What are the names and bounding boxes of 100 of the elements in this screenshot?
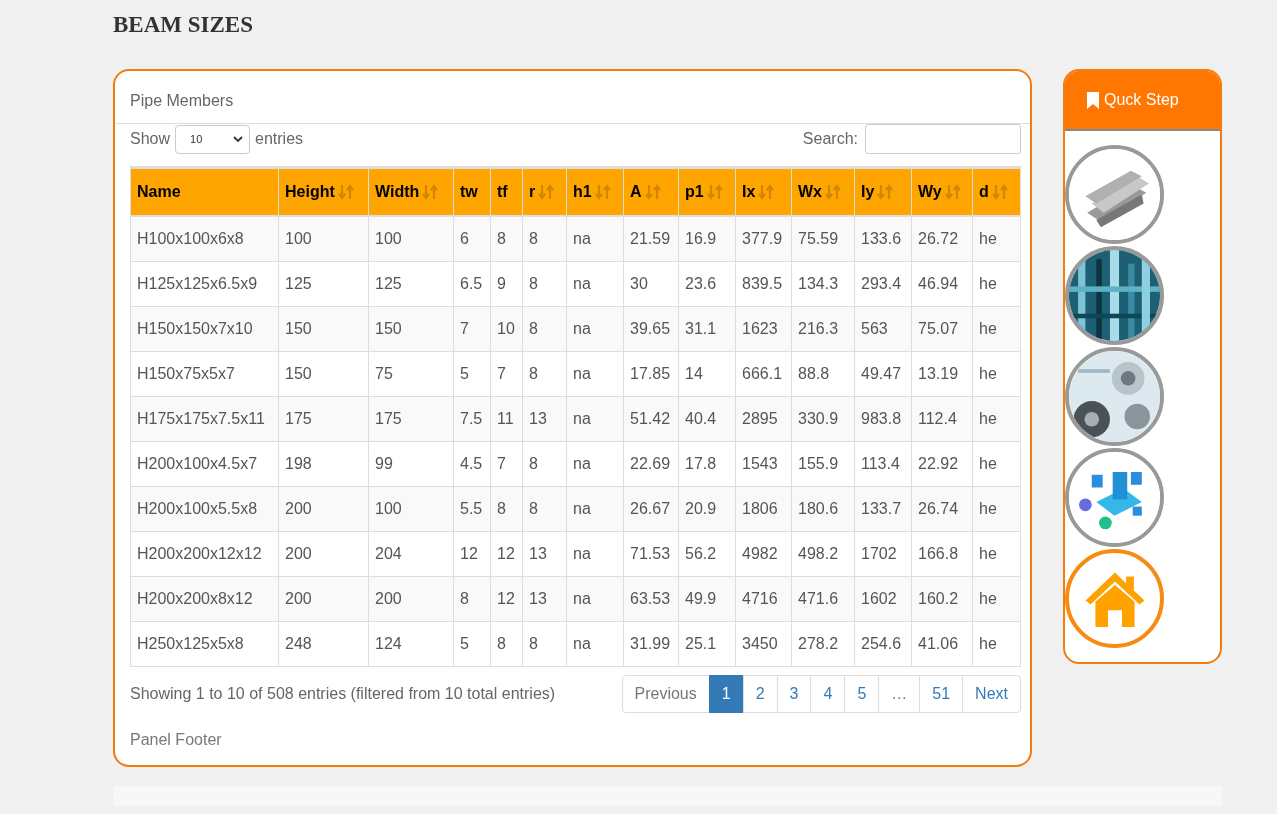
table-cell: 8 bbox=[522, 306, 567, 352]
table-cell: 113.4 bbox=[854, 441, 912, 487]
table-cell: 180.6 bbox=[791, 486, 855, 532]
column-header[interactable]: Wy bbox=[911, 167, 973, 216]
column-header[interactable]: r bbox=[522, 167, 567, 216]
table-cell: H125x125x6.5x9 bbox=[130, 261, 279, 307]
table-cell: 983.8 bbox=[854, 396, 912, 442]
column-header[interactable]: Width bbox=[368, 167, 454, 216]
table-cell: 13 bbox=[522, 531, 567, 577]
sort-icon bbox=[706, 183, 723, 201]
page-button[interactable]: 4 bbox=[810, 675, 846, 713]
table-cell: H200x100x5.5x8 bbox=[130, 486, 279, 532]
table-cell: 14 bbox=[678, 351, 736, 397]
page-button[interactable]: 5 bbox=[844, 675, 880, 713]
table-cell: 175 bbox=[368, 396, 454, 442]
page-button[interactable]: 2 bbox=[742, 675, 778, 713]
table-cell: 31.99 bbox=[623, 621, 679, 667]
table-cell: H200x200x8x12 bbox=[130, 576, 279, 622]
page-button[interactable]: 51 bbox=[919, 675, 964, 713]
table-cell: he bbox=[972, 261, 1021, 307]
table-cell: 13 bbox=[522, 576, 567, 622]
table-cell: 21.59 bbox=[623, 216, 679, 262]
table-cell: 26.72 bbox=[911, 216, 973, 262]
table-cell: 112.4 bbox=[911, 396, 973, 442]
sort-icon bbox=[422, 183, 439, 201]
table-cell: he bbox=[972, 306, 1021, 352]
table-cell: 20.9 bbox=[678, 486, 736, 532]
table-cell: 3450 bbox=[735, 621, 792, 667]
table-cell: 150 bbox=[278, 306, 369, 352]
table-cell: 166.8 bbox=[911, 531, 973, 577]
table-cell: 204 bbox=[368, 531, 454, 577]
column-header[interactable]: Height bbox=[278, 167, 369, 216]
search-field[interactable] bbox=[865, 124, 1021, 154]
table-info: Showing 1 to 10 of 508 entries (filtered from 10 total entries) bbox=[130, 685, 556, 703]
table-cell: 254.6 bbox=[854, 621, 912, 667]
table-cell: 150 bbox=[278, 351, 369, 397]
sort-icon bbox=[758, 183, 775, 201]
table-cell: 125 bbox=[278, 261, 369, 307]
page-button[interactable]: Next bbox=[962, 675, 1021, 713]
table-cell: 377.9 bbox=[735, 216, 792, 262]
table-cell: H150x150x7x10 bbox=[130, 306, 279, 352]
table-cell: 7 bbox=[490, 351, 523, 397]
entries-label: entries bbox=[255, 130, 304, 148]
table-cell: 8 bbox=[522, 441, 567, 487]
table-cell: 4716 bbox=[735, 576, 792, 622]
column-header[interactable]: h1 bbox=[566, 167, 624, 216]
table-cell: 88.8 bbox=[791, 351, 855, 397]
column-header[interactable]: A bbox=[623, 167, 679, 216]
page-size-select[interactable]: 10 bbox=[175, 124, 251, 154]
table-cell: 7.5 bbox=[453, 396, 491, 442]
table-cell: 26.67 bbox=[623, 486, 679, 532]
column-header[interactable]: Iy bbox=[854, 167, 912, 216]
table-cell: 4982 bbox=[735, 531, 792, 577]
table-cell: 100 bbox=[278, 216, 369, 262]
table-cell: na bbox=[566, 261, 624, 307]
table-cell: H100x100x6x8 bbox=[130, 216, 279, 262]
column-header[interactable]: tf bbox=[490, 167, 523, 216]
table-cell: 5.5 bbox=[453, 486, 491, 532]
table-cell: 471.6 bbox=[791, 576, 855, 622]
column-header[interactable]: tw bbox=[453, 167, 491, 216]
table-cell: 1543 bbox=[735, 441, 792, 487]
column-header[interactable]: Name bbox=[130, 167, 279, 216]
column-header[interactable]: p1 bbox=[678, 167, 736, 216]
table-cell: na bbox=[566, 396, 624, 442]
table-cell: 8 bbox=[490, 216, 523, 262]
table-cell: 39.65 bbox=[623, 306, 679, 352]
table-cell: 71.53 bbox=[623, 531, 679, 577]
table-cell: 26.74 bbox=[911, 486, 973, 532]
table-cell: H250x125x5x8 bbox=[130, 621, 279, 667]
table-cell: 160.2 bbox=[911, 576, 973, 622]
table-cell: 248 bbox=[278, 621, 369, 667]
table-cell: 6 bbox=[453, 216, 491, 262]
column-header[interactable]: Wx bbox=[791, 167, 855, 216]
panel-heading: Pipe Members bbox=[130, 92, 234, 109]
show-label: Show bbox=[130, 130, 171, 148]
table-cell: 8 bbox=[453, 576, 491, 622]
column-header[interactable]: Ix bbox=[735, 167, 792, 216]
table-cell: 8 bbox=[522, 351, 567, 397]
panel-footer: Panel Footer bbox=[130, 731, 222, 748]
table-cell: he bbox=[972, 576, 1021, 622]
table-cell: 49.9 bbox=[678, 576, 736, 622]
table-cell: he bbox=[972, 531, 1021, 577]
table-cell: 46.94 bbox=[911, 261, 973, 307]
table-cell: 13 bbox=[522, 396, 567, 442]
table-cell: 1623 bbox=[735, 306, 792, 352]
table-cell: 7 bbox=[453, 306, 491, 352]
table-cell: 133.7 bbox=[854, 486, 912, 532]
page-button[interactable]: 1 bbox=[708, 675, 744, 713]
sort-icon bbox=[337, 183, 354, 201]
table-cell: 839.5 bbox=[735, 261, 792, 307]
table-cell: 198 bbox=[278, 441, 369, 487]
table-cell: 25.1 bbox=[678, 621, 736, 667]
column-header[interactable]: d bbox=[972, 167, 1021, 216]
table-cell: H150x75x5x7 bbox=[130, 351, 279, 397]
sort-icon bbox=[594, 183, 611, 201]
table-cell: he bbox=[972, 486, 1021, 532]
table-cell: he bbox=[972, 396, 1021, 442]
table-cell: 75.07 bbox=[911, 306, 973, 352]
table-cell: 563 bbox=[854, 306, 912, 352]
table-cell: 6.5 bbox=[453, 261, 491, 307]
